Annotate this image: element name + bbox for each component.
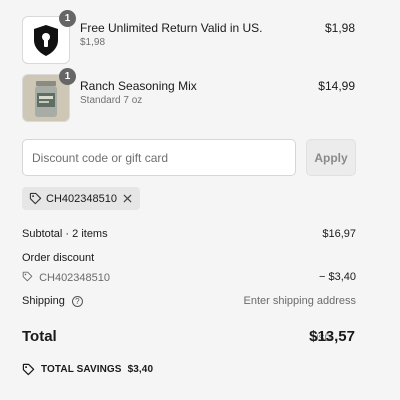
quantity-badge: 1 xyxy=(59,10,76,27)
total-savings: TOTAL SAVINGS $3,40 xyxy=(22,363,153,376)
total-amount: $13,57 xyxy=(309,328,355,345)
order-discount-row: Order discount xyxy=(22,252,356,264)
question-circle-icon[interactable]: ? xyxy=(71,295,83,307)
apply-button[interactable]: Apply xyxy=(306,139,356,176)
shipping-row: Shipping ? Enter shipping address xyxy=(22,295,356,307)
shipping-value: Enter shipping address xyxy=(243,295,356,307)
product-thumbnail: 1 xyxy=(22,68,76,122)
discount-code-label: CH402348510 xyxy=(39,272,111,284)
total-savings-value: $3,40 xyxy=(127,364,154,375)
order-discount-label: Order discount xyxy=(22,252,95,264)
subtotal-label: Subtotal · 2 items xyxy=(22,228,108,240)
applied-discount-chip: CH402348510 xyxy=(22,187,140,210)
item-price: $14,99 xyxy=(318,79,355,93)
applied-code-text: CH402348510 xyxy=(46,192,117,205)
item-subtitle: $1,98 xyxy=(80,37,106,48)
remove-code-button[interactable] xyxy=(123,192,132,205)
discount-code-input[interactable] xyxy=(22,139,296,176)
tag-icon xyxy=(22,271,33,282)
discount-value: − $3,40 xyxy=(318,271,356,283)
item-name: Free Unlimited Return Valid in US. xyxy=(80,21,263,35)
tag-icon xyxy=(29,192,42,205)
line-item: 1 Ranch Seasoning Mix Standard 7 oz $14,… xyxy=(22,68,362,124)
line-item: 1 Free Unlimited Return Valid in US. $1,… xyxy=(22,10,362,66)
subtotal-row: Subtotal · 2 items $16,97 xyxy=(22,228,356,240)
product-thumbnail: 1 xyxy=(22,10,76,64)
tag-icon xyxy=(22,363,35,376)
item-name: Ranch Seasoning Mix xyxy=(80,79,197,93)
close-icon xyxy=(123,194,132,203)
total-label: Total xyxy=(22,328,57,345)
subtotal-value: $16,97 xyxy=(322,228,356,240)
item-subtitle: Standard 7 oz xyxy=(80,95,143,106)
quantity-badge: 1 xyxy=(59,68,76,85)
item-price: $1,98 xyxy=(324,21,355,35)
shipping-label: Shipping xyxy=(22,295,65,307)
discount-code-row: CH402348510 − $3,40 xyxy=(22,271,356,284)
total-savings-label: TOTAL SAVINGS xyxy=(41,364,122,375)
